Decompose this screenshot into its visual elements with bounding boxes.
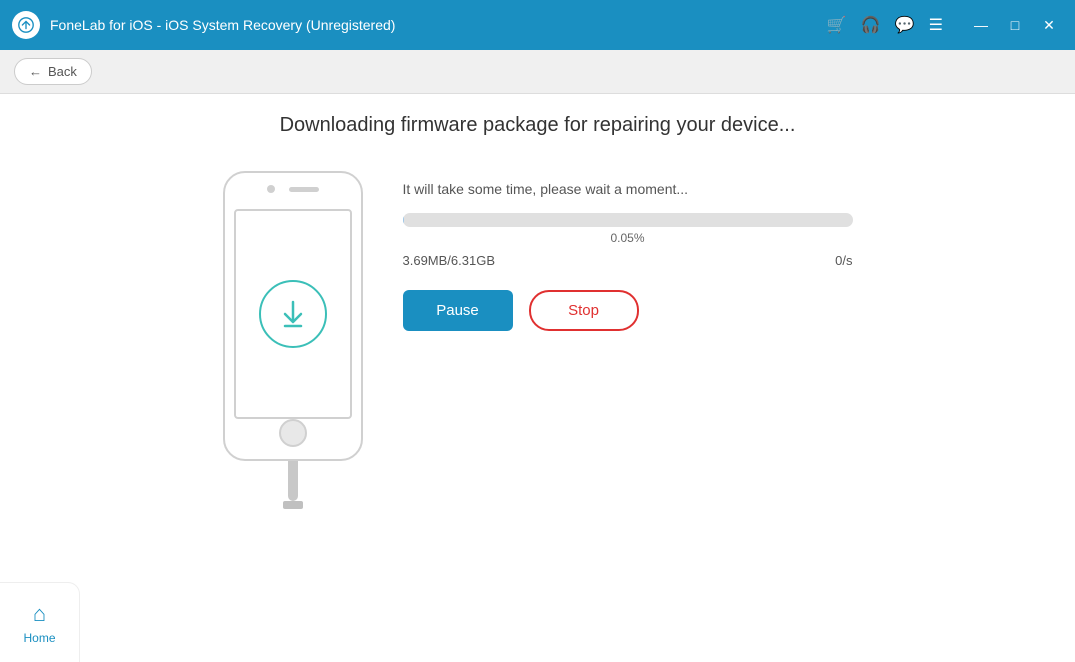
phone-mic [289,187,319,192]
back-arrow-icon: ← [29,64,42,79]
home-label: Home [23,631,55,645]
titlebar: FoneLab for iOS - iOS System Recovery (U… [0,0,1075,50]
phone-cable [288,461,298,501]
headset-icon[interactable]: 🎧 [861,15,881,35]
wait-message: It will take some time, please wait a mo… [403,181,853,197]
toolbar: ← Back [0,50,1075,94]
titlebar-controls: 🛒 🎧 💬 ☰ — □ ✕ [827,11,1063,39]
file-size-label: 3.69MB/6.31GB [403,253,496,268]
phone-speaker [267,185,275,193]
stop-button[interactable]: Stop [529,290,639,331]
home-nav[interactable]: ⌂ Home [0,582,80,662]
phone [223,171,363,461]
close-button[interactable]: ✕ [1035,11,1063,39]
maximize-button[interactable]: □ [1001,11,1029,39]
buttons-row: Pause Stop [403,290,853,331]
content-area: It will take some time, please wait a mo… [223,171,853,509]
phone-illustration [223,171,363,509]
phone-connector [283,501,303,509]
chat-icon[interactable]: 💬 [895,15,915,35]
pause-button[interactable]: Pause [403,290,513,331]
right-panel: It will take some time, please wait a mo… [403,171,853,331]
speed-label: 0/s [835,253,852,268]
progress-label: 0.05% [403,231,853,245]
phone-top-bar [267,185,319,193]
back-button[interactable]: ← Back [14,58,92,85]
app-icon [12,11,40,39]
menu-icon[interactable]: ☰ [929,15,943,35]
stats-row: 3.69MB/6.31GB 0/s [403,253,853,268]
minimize-button[interactable]: — [967,11,995,39]
download-circle [259,280,327,348]
progress-track [403,213,853,227]
phone-home-button [279,419,307,447]
progress-container: 0.05% [403,213,853,245]
app-title: FoneLab for iOS - iOS System Recovery (U… [50,17,395,33]
main-content: Downloading firmware package for repairi… [0,94,1075,662]
back-label: Back [48,64,77,79]
window-controls: — □ ✕ [967,11,1063,39]
phone-screen [234,209,352,419]
home-icon: ⌂ [33,601,46,627]
cart-icon[interactable]: 🛒 [827,15,847,35]
page-title: Downloading firmware package for repairi… [280,114,796,137]
titlebar-left: FoneLab for iOS - iOS System Recovery (U… [12,11,395,39]
